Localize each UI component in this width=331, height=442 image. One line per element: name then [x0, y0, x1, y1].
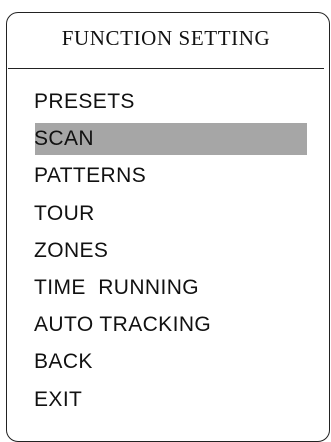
menu-item-label: TIME RUNNING	[34, 275, 200, 299]
menu-item-label: PRESETS	[34, 90, 135, 113]
menu-item-label: PATTERNS	[34, 164, 147, 188]
menu-item-scan[interactable]: SCAN	[34, 120, 307, 157]
menu-item-label: SCAN	[34, 127, 94, 151]
menu-item-back[interactable]: BACK	[34, 343, 211, 380]
menu-title: FUNCTION SETTING	[61, 26, 271, 50]
menu-item-zones[interactable]: ZONES	[34, 232, 211, 269]
menu-list: PRESETS SCAN PATTERNS TOUR ZONES TIME RU…	[34, 83, 307, 418]
menu-item-label: ZONES	[34, 238, 109, 262]
menu-item-label: AUTO TRACKING	[34, 313, 212, 337]
menu-item-label: EXIT	[34, 387, 83, 411]
menu-item-label: BACK	[34, 350, 93, 374]
menu-item-time-running[interactable]: TIME RUNNING	[34, 269, 211, 306]
menu-item-exit[interactable]: EXIT	[34, 381, 211, 418]
menu-item-label: TOUR	[34, 201, 95, 225]
title-divider	[8, 68, 324, 69]
menu-item-patterns[interactable]: PATTERNS	[34, 157, 211, 194]
menu-item-presets[interactable]: PRESETS	[34, 83, 211, 120]
menu-item-auto-tracking[interactable]: AUTO TRACKING	[34, 306, 211, 343]
menu-item-tour[interactable]: TOUR	[34, 195, 211, 232]
